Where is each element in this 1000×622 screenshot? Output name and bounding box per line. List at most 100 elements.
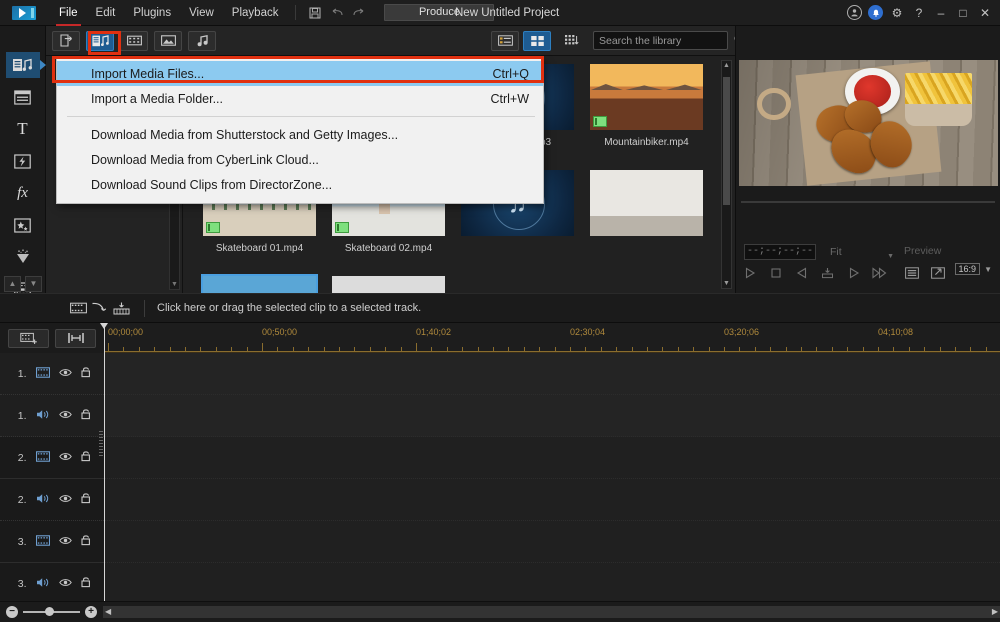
track-header-video-1[interactable]: 1. <box>0 353 104 395</box>
track-visibility-eye-icon[interactable] <box>59 368 72 380</box>
view-grid-button[interactable] <box>523 31 551 51</box>
track-lock-icon[interactable] <box>81 366 91 381</box>
track-header-video-2[interactable]: 2. <box>0 437 104 479</box>
undo-icon[interactable] <box>326 3 348 23</box>
account-icon[interactable] <box>847 5 862 20</box>
sidebar-item-title-room[interactable]: T <box>6 116 40 142</box>
zoom-fit-dropdown[interactable]: Fit ▼ <box>826 244 898 260</box>
sidebar-item-transition-room[interactable] <box>6 148 40 174</box>
timeline-horizontal-scrollbar[interactable]: ◀ ▶ <box>103 606 1000 618</box>
sort-menu-button[interactable] <box>557 31 585 51</box>
media-thumbnail[interactable] <box>590 170 703 236</box>
previous-frame-button[interactable] <box>794 267 809 282</box>
track-lock-icon[interactable] <box>81 576 91 591</box>
track-header-audio-3[interactable]: 3. <box>0 563 104 601</box>
track-lock-icon[interactable] <box>81 450 91 465</box>
rail-scroll-down-button[interactable]: ▼ <box>25 276 42 292</box>
media-item[interactable] <box>324 276 453 293</box>
menu-view[interactable]: View <box>180 0 223 26</box>
track-lane-audio-1[interactable] <box>104 395 1000 437</box>
help-icon[interactable]: ? <box>911 6 927 20</box>
notification-bell-icon[interactable] <box>868 5 883 20</box>
zoom-out-button[interactable]: − <box>6 606 18 618</box>
preview-video-stage[interactable] <box>739 60 998 186</box>
redo-icon[interactable] <box>348 3 370 23</box>
track-header-audio-2[interactable]: 2. <box>0 479 104 521</box>
track-lane-video-3[interactable] <box>104 521 1000 563</box>
track-resize-grip[interactable] <box>99 431 103 457</box>
track-visibility-eye-icon[interactable] <box>59 410 72 422</box>
menu-file[interactable]: File <box>50 0 87 26</box>
track-visibility-eye-icon[interactable] <box>59 494 72 506</box>
media-item[interactable] <box>582 170 711 270</box>
track-visibility-eye-icon[interactable] <box>59 452 72 464</box>
media-item[interactable]: Mountainbiker.mp4 <box>582 64 711 164</box>
grid-scroll-up-arrow[interactable]: ▲ <box>722 62 731 69</box>
zoom-in-button[interactable]: + <box>85 606 97 618</box>
media-thumbnail[interactable] <box>332 276 445 293</box>
track-lane-audio-2[interactable] <box>104 479 1000 521</box>
menu-item-download-directorzone[interactable]: Download Sound Clips from DirectorZone..… <box>57 172 543 197</box>
aspect-ratio-selector[interactable]: 16:9 ▼ <box>955 263 992 275</box>
timeline-insert-button[interactable] <box>8 329 49 348</box>
import-media-button[interactable] <box>52 31 80 51</box>
media-thumbnail[interactable] <box>590 64 703 130</box>
menu-item-download-cyberlink-cloud[interactable]: Download Media from CyberLink Cloud... <box>57 147 543 172</box>
detach-preview-button[interactable] <box>930 267 945 282</box>
media-item[interactable] <box>195 276 324 293</box>
track-lock-icon[interactable] <box>81 492 91 507</box>
filter-all-media-button[interactable] <box>86 31 114 51</box>
track-lane-audio-3[interactable] <box>104 563 1000 601</box>
zoom-slider-knob[interactable] <box>45 607 54 616</box>
hint-icon-group[interactable] <box>70 301 130 315</box>
menu-playback[interactable]: Playback <box>223 0 288 26</box>
track-header-video-3[interactable]: 3. <box>0 521 104 563</box>
maximize-button[interactable]: □ <box>955 6 971 20</box>
search-input[interactable] <box>599 35 734 47</box>
next-frame-button[interactable] <box>846 267 861 282</box>
sidebar-item-effect-room[interactable]: fx <box>6 180 40 206</box>
library-search-box[interactable] <box>593 31 728 50</box>
menu-item-import-media-files[interactable]: Import Media Files... Ctrl+Q <box>57 61 543 86</box>
fast-forward-button[interactable] <box>872 267 887 282</box>
view-list-button[interactable] <box>491 31 519 51</box>
save-icon[interactable] <box>304 3 326 23</box>
sidebar-item-particle-room[interactable] <box>6 244 40 270</box>
media-grid-scrollbar[interactable]: ▲ ▼ <box>721 60 732 289</box>
mark-in-button[interactable] <box>820 267 835 282</box>
grid-scroll-down-arrow[interactable]: ▼ <box>722 280 731 287</box>
menu-item-import-media-folder[interactable]: Import a Media Folder... Ctrl+W <box>57 86 543 111</box>
track-visibility-eye-icon[interactable] <box>59 578 72 590</box>
sidebar-item-media-room[interactable] <box>6 52 40 78</box>
timeline-playhead[interactable] <box>104 323 105 601</box>
sidebar-item-pip-object-room[interactable] <box>6 212 40 238</box>
filter-image-button[interactable] <box>154 31 182 51</box>
gear-icon[interactable]: ⚙ <box>889 6 905 20</box>
media-thumbnail[interactable] <box>203 276 316 293</box>
timeline-ruler[interactable]: 00;00;00 00;50;00 01;40;02 02;30;04 03;2… <box>104 323 1000 353</box>
track-visibility-eye-icon[interactable] <box>59 536 72 548</box>
preview-quality-label[interactable]: Preview <box>904 245 941 257</box>
folder-scroll-down-arrow[interactable]: ▼ <box>170 281 179 288</box>
play-button[interactable] <box>742 267 757 282</box>
track-lane-video-1[interactable] <box>104 353 1000 395</box>
preview-scrubber[interactable] <box>741 198 995 206</box>
clip-list-button[interactable] <box>904 267 919 282</box>
menu-edit[interactable]: Edit <box>87 0 125 26</box>
grid-scroll-thumb[interactable] <box>723 77 730 205</box>
track-lock-icon[interactable] <box>81 408 91 423</box>
zoom-slider[interactable] <box>23 611 80 613</box>
filter-audio-button[interactable] <box>188 31 216 51</box>
track-lock-icon[interactable] <box>81 534 91 549</box>
minimize-button[interactable]: – <box>933 6 949 20</box>
menu-item-download-shutterstock[interactable]: Download Media from Shutterstock and Get… <box>57 122 543 147</box>
menu-plugins[interactable]: Plugins <box>124 0 180 26</box>
track-lane-video-2[interactable] <box>104 437 1000 479</box>
sidebar-item-room-effect[interactable] <box>6 84 40 110</box>
track-header-audio-1[interactable]: 1. <box>0 395 104 437</box>
scroll-right-arrow[interactable]: ▶ <box>992 606 998 618</box>
timeline-mix-button[interactable] <box>55 329 96 348</box>
scroll-left-arrow[interactable]: ◀ <box>105 606 111 618</box>
close-button[interactable]: ✕ <box>977 6 993 20</box>
filter-video-button[interactable] <box>120 31 148 51</box>
